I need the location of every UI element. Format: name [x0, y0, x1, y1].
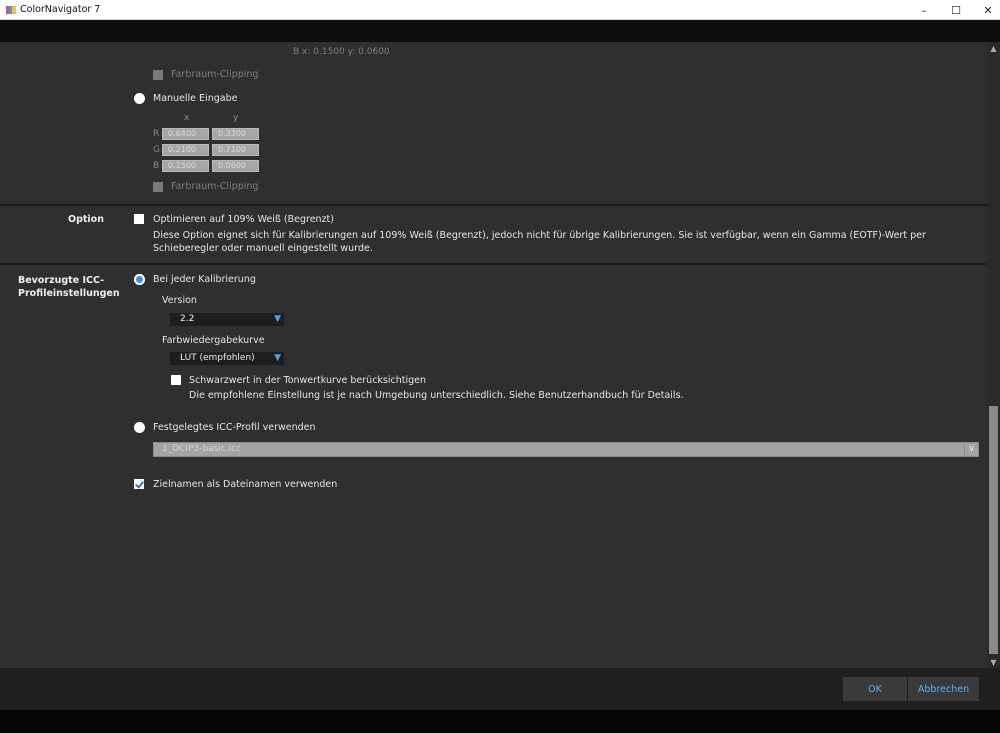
- g-y-field[interactable]: 0.7100: [212, 144, 259, 156]
- maximize-button[interactable]: ☐: [938, 0, 974, 20]
- column-y-label: y: [233, 113, 239, 123]
- window-title: ColorNavigator 7: [20, 4, 101, 15]
- cancel-button[interactable]: Abbrechen: [908, 677, 979, 701]
- title-bar: ColorNavigator 7 – ☐ ✕: [0, 0, 1000, 20]
- r-y-field[interactable]: 0.3300: [212, 128, 259, 140]
- row-g-label: G: [153, 145, 160, 155]
- manual-input-radio[interactable]: [134, 93, 145, 104]
- g-x-field[interactable]: 0.2100: [162, 144, 209, 156]
- curve-dropdown[interactable]: LUT (empfohlen) ▼: [170, 352, 284, 365]
- row-r-label: R: [153, 129, 160, 139]
- gamut-clipping-checkbox-2[interactable]: [153, 182, 163, 192]
- chevron-down-icon: ∨: [964, 443, 978, 456]
- fixed-profile-label: Festgelegtes ICC-Profil verwenden: [153, 422, 316, 433]
- fixed-profile-dropdown[interactable]: 1_DCIP3-basic.icc ∨: [153, 442, 979, 457]
- optimize-109-white-checkbox[interactable]: [134, 214, 144, 224]
- optimize-109-white-description: Diese Option eignet sich für Kalibrierun…: [153, 230, 926, 254]
- b-y-field[interactable]: 0.0600: [212, 160, 259, 172]
- each-calibration-radio[interactable]: [134, 274, 145, 285]
- gamut-clipping-label-1: Farbraum-Clipping: [171, 69, 259, 80]
- icc-section-label: Bevorzugte ICC- Profileinstellungen: [18, 275, 120, 299]
- ok-button[interactable]: OK: [843, 677, 907, 701]
- blue-primary-readout: B x: 0.1500 y: 0.0600: [293, 47, 390, 57]
- fixed-profile-radio[interactable]: [134, 422, 145, 433]
- settings-panel: B x: 0.1500 y: 0.0600 Farbraum-Clipping …: [0, 42, 987, 668]
- section-divider: [0, 263, 987, 265]
- version-label: Version: [162, 295, 197, 306]
- column-x-label: x: [184, 113, 190, 123]
- minimize-button[interactable]: –: [906, 0, 942, 20]
- optimize-109-white-label: Optimieren auf 109% Weiß (Begrenzt): [153, 214, 334, 225]
- target-name-label: Zielnamen als Dateinamen verwenden: [153, 479, 338, 490]
- section-divider: [0, 204, 987, 206]
- curve-label: Farbwiedergabekurve: [162, 335, 265, 346]
- app-logo-icon: [6, 6, 16, 14]
- scroll-up-icon[interactable]: ▲: [987, 42, 1000, 54]
- chevron-down-icon: ▼: [274, 353, 281, 363]
- top-bar: [0, 20, 1000, 42]
- target-name-checkbox[interactable]: [134, 479, 144, 489]
- close-button[interactable]: ✕: [970, 0, 1000, 20]
- black-level-note: Die empfohlene Einstellung ist je nach U…: [189, 390, 684, 401]
- black-level-checkbox[interactable]: [171, 375, 181, 385]
- bottom-bar: [0, 710, 1000, 733]
- b-x-field[interactable]: 0.1500: [162, 160, 209, 172]
- scroll-down-icon[interactable]: ▼: [987, 656, 1000, 668]
- each-calibration-label: Bei jeder Kalibrierung: [153, 274, 256, 285]
- manual-input-label: Manuelle Eingabe: [153, 93, 238, 104]
- black-level-label: Schwarzwert in der Tonwertkurve berücksi…: [189, 375, 427, 386]
- r-x-field[interactable]: 0.6400: [162, 128, 209, 140]
- option-section-label: Option: [68, 214, 104, 225]
- version-dropdown[interactable]: 2.2 ▼: [170, 313, 284, 326]
- gamut-clipping-label-2: Farbraum-Clipping: [171, 181, 259, 192]
- scrollbar-thumb[interactable]: [989, 406, 998, 654]
- gamut-clipping-checkbox-1[interactable]: [153, 70, 163, 80]
- vertical-scrollbar[interactable]: ▲ ▼: [987, 42, 1000, 668]
- row-b-label: B: [153, 161, 160, 171]
- chevron-down-icon: ▼: [274, 314, 281, 324]
